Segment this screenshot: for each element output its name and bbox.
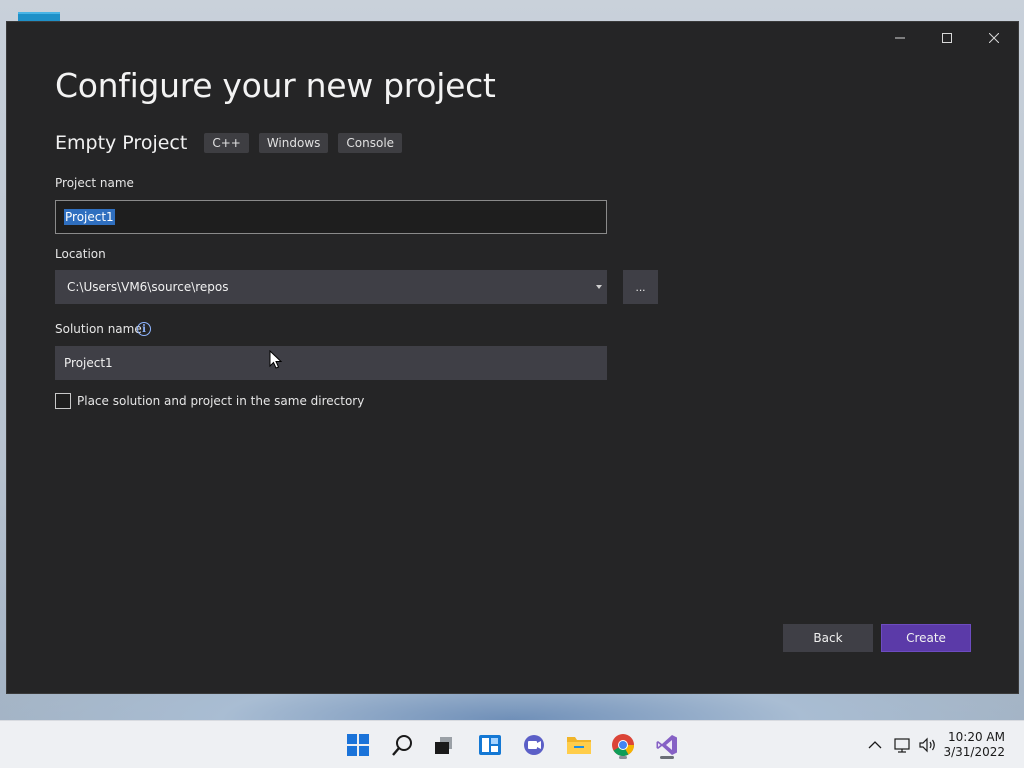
minimize-button[interactable]: [877, 22, 923, 54]
chevron-up-icon: [868, 741, 882, 749]
show-hidden-icons-button[interactable]: [862, 729, 888, 761]
clock[interactable]: 10:20 AM 3/31/2022: [943, 730, 1005, 760]
template-name: Empty Project: [55, 132, 188, 154]
task-view-icon: [435, 737, 452, 754]
back-button[interactable]: Back: [783, 624, 873, 652]
maximize-icon: [942, 33, 952, 43]
solution-name-label: Solution name: [55, 322, 142, 336]
project-name-value: Project1: [64, 209, 115, 225]
page-title: Configure your new project: [55, 66, 496, 105]
configure-project-window: Configure your new project Empty Project…: [6, 21, 1019, 694]
create-button[interactable]: Create: [881, 624, 971, 652]
tag-language: C++: [204, 133, 249, 153]
start-icon: [347, 734, 369, 756]
search-icon: [392, 735, 412, 756]
same-directory-label[interactable]: Place solution and project in the same d…: [77, 394, 364, 408]
taskbar: 10:20 AM 3/31/2022: [0, 720, 1024, 768]
task-view-button[interactable]: [428, 729, 460, 761]
mouse-cursor-icon: [269, 350, 283, 369]
start-button[interactable]: [342, 729, 374, 761]
chat-button[interactable]: [518, 729, 550, 761]
widgets-button[interactable]: [474, 729, 506, 761]
search-button[interactable]: [387, 729, 419, 761]
browse-button[interactable]: ...: [623, 270, 658, 304]
close-button[interactable]: [971, 22, 1017, 54]
clock-time: 10:20 AM: [948, 730, 1005, 744]
maximize-button[interactable]: [924, 22, 970, 54]
active-indicator: [660, 756, 674, 759]
location-combobox[interactable]: C:\Users\VM6\source\repos: [55, 270, 607, 304]
running-indicator: [619, 756, 627, 759]
clock-date: 3/31/2022: [943, 745, 1005, 759]
project-name-label: Project name: [55, 176, 134, 190]
file-explorer-button[interactable]: [563, 729, 595, 761]
chat-icon: [524, 735, 544, 755]
widgets-icon: [479, 735, 501, 755]
volume-icon: [919, 737, 935, 753]
network-button[interactable]: [890, 729, 916, 761]
volume-button[interactable]: [914, 729, 942, 761]
same-directory-checkbox[interactable]: [55, 393, 71, 409]
file-explorer-icon: [567, 737, 591, 754]
close-icon: [989, 33, 999, 43]
solution-name-input[interactable]: Project1: [55, 346, 607, 380]
chevron-down-icon[interactable]: [596, 285, 602, 289]
location-value: C:\Users\VM6\source\repos: [67, 280, 229, 294]
template-info: Empty Project C++ Windows Console: [55, 132, 412, 154]
location-label: Location: [55, 247, 106, 261]
info-icon[interactable]: i: [137, 322, 151, 336]
tag-project-type: Console: [338, 133, 403, 153]
chrome-icon: [612, 734, 634, 756]
visual-studio-button[interactable]: [651, 729, 683, 761]
minimize-icon: [895, 37, 905, 39]
network-icon: [894, 738, 910, 753]
solution-name-value: Project1: [64, 356, 113, 370]
visual-studio-icon: [656, 735, 677, 755]
project-name-input[interactable]: Project1: [55, 200, 607, 234]
tag-platform: Windows: [258, 133, 329, 153]
chrome-button[interactable]: [607, 729, 639, 761]
